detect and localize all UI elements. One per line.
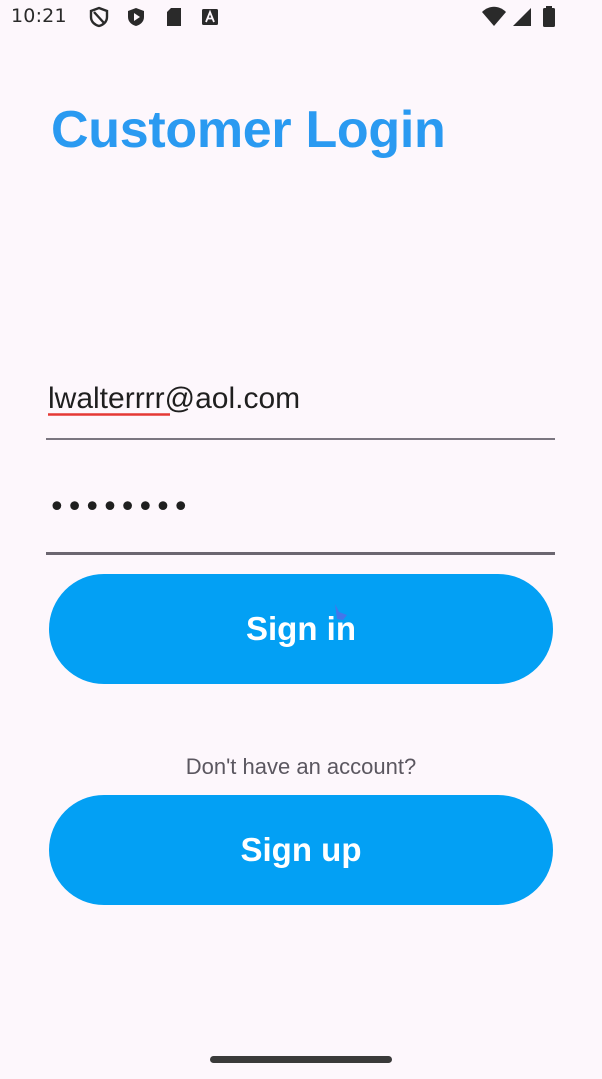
sd-card-icon [163,6,185,28]
play-protect-icon [125,6,147,28]
spellcheck-underline [48,413,170,416]
email-field[interactable]: lwalterrrr@aol.com [46,372,555,440]
no-account-prompt: Don't have an account? [185,754,417,779]
status-time: 10:21 [11,5,67,27]
touch-indicator [335,604,347,620]
home-indicator[interactable] [210,1056,392,1063]
a-badge-icon [199,6,221,28]
sign-in-button[interactable]: Sign in [49,574,553,684]
cellular-signal-icon [511,6,533,28]
wifi-icon [481,6,507,28]
shield-icon [88,6,110,28]
password-value: •••••••• [48,490,190,525]
password-field[interactable]: •••••••• [46,486,555,555]
sign-up-button[interactable]: Sign up [49,795,553,905]
status-bar: 10:21 [0,0,602,36]
page-title: Customer Login [51,101,446,159]
battery-icon [541,6,557,28]
email-value: lwalterrrr@aol.com [48,382,301,415]
